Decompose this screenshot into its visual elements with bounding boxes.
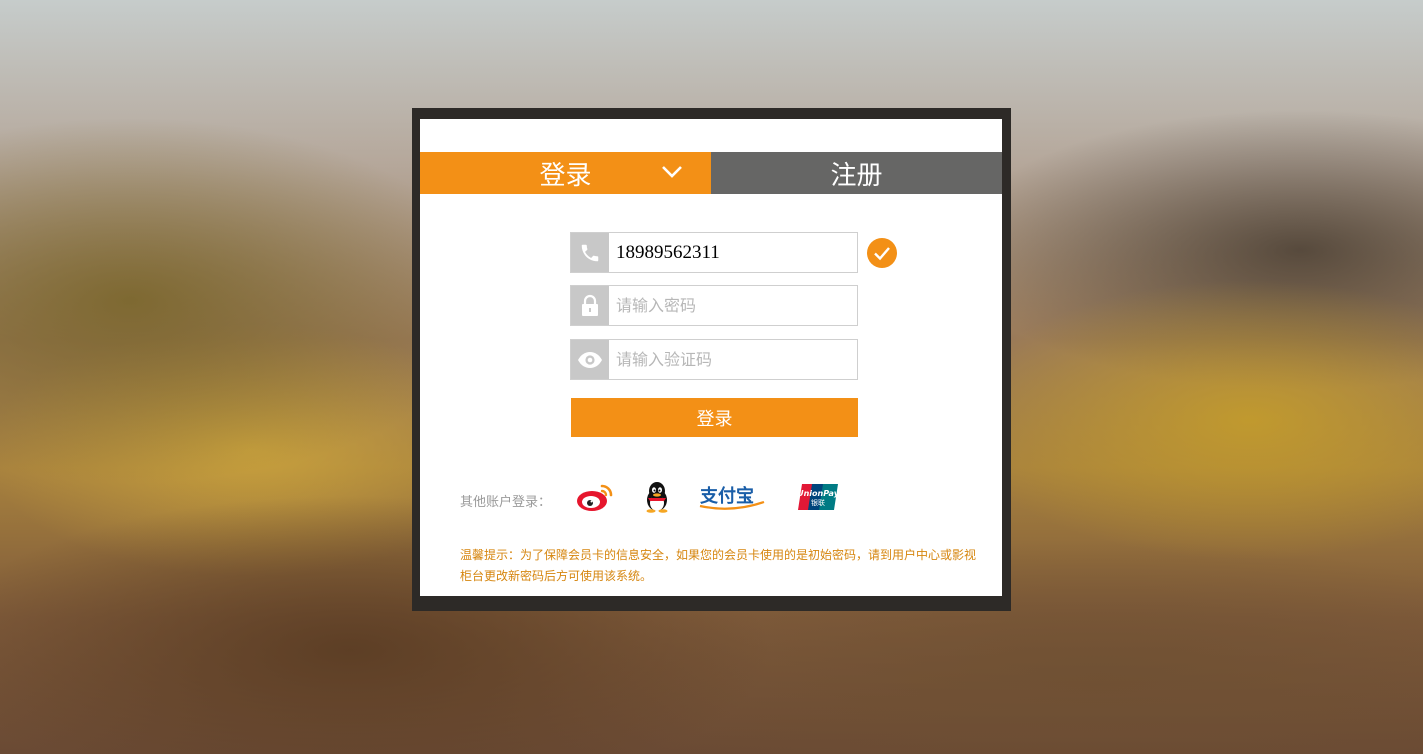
qq-icon[interactable] (642, 481, 672, 517)
alipay-text: 支付宝 (699, 485, 754, 507)
password-input[interactable] (611, 286, 856, 325)
phone-icon (571, 233, 609, 272)
unionpay-cn-text: 银联 (811, 498, 825, 507)
captcha-input[interactable] (611, 340, 856, 379)
phone-input[interactable] (611, 233, 856, 272)
tab-register[interactable]: 注册 (711, 152, 1002, 194)
chevron-down-icon (662, 166, 682, 178)
security-notice: 温馨提示：为了保障会员卡的信息安全，如果您的会员卡使用的是初始密码，请到用户中心… (460, 548, 977, 583)
tab-login[interactable]: 登录 (420, 152, 711, 194)
checkmark-icon (867, 238, 897, 268)
password-field (570, 285, 858, 326)
tab-register-label: 注册 (830, 160, 883, 191)
phone-field (570, 232, 858, 273)
unionpay-text: UnionPay (797, 489, 840, 498)
unionpay-icon[interactable]: UnionPay 银联 (796, 482, 840, 516)
alipay-icon[interactable]: 支付宝 (698, 483, 766, 515)
weibo-icon[interactable] (575, 481, 615, 517)
tab-bar: 登录 注册 (420, 152, 1002, 194)
login-dialog-frame: 登录 注册 18989562311 请输入验证码 登录 其他账户登录： 支付宝 … (412, 108, 1011, 611)
other-login-label: 其他账户登录： (460, 495, 552, 510)
eye-icon (571, 340, 609, 379)
login-submit-button[interactable]: 登录 (571, 398, 858, 437)
captcha-field (570, 339, 858, 380)
lock-icon (571, 286, 609, 325)
login-dialog: 登录 注册 18989562311 请输入验证码 登录 其他账户登录： 支付宝 … (420, 119, 1002, 596)
tab-login-label: 登录 (539, 160, 592, 191)
